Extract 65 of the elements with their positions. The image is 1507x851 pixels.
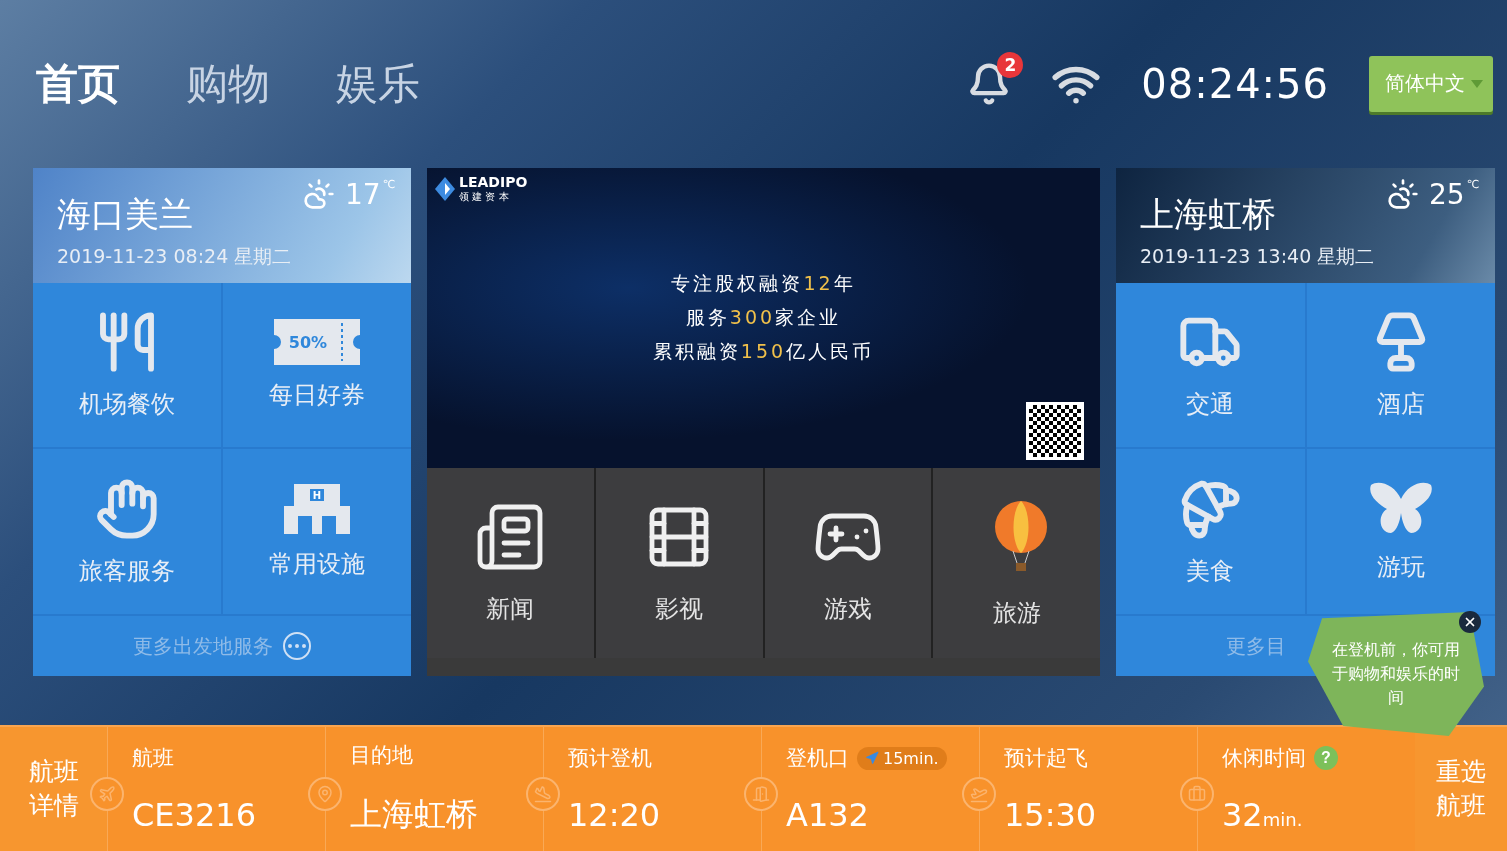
field-label: 预计起飞 (1004, 745, 1088, 773)
coupon-icon: 50% (274, 319, 360, 365)
service-tile[interactable]: 旅客服务 (33, 449, 221, 615)
service-tile[interactable]: H 常用设施 (223, 449, 411, 615)
hands-icon (95, 476, 159, 541)
plane-icon (90, 777, 124, 812)
temperature-unit: ℃ (1466, 177, 1479, 191)
nav-tab[interactable]: 首页 (36, 55, 120, 112)
service-tile[interactable]: 游玩 (1306, 449, 1495, 615)
brand-subtitle: 领 建 资 本 (459, 189, 510, 204)
flight-details-button[interactable]: 航班详情 (0, 727, 107, 851)
temperature-unit: ℃ (382, 177, 395, 191)
field-value: A132 (786, 796, 870, 835)
temperature: 25 (1429, 177, 1465, 211)
field-value: 15:30 (1004, 796, 1098, 835)
media-tile[interactable]: 旅游 (933, 467, 1100, 659)
qr-code (1026, 401, 1084, 460)
door-icon (744, 777, 778, 812)
walk-time-badge: 15min. (857, 746, 947, 770)
language-dropdown[interactable]: 简体中文 (1369, 55, 1493, 112)
service-tile[interactable]: 50% 每日好券 (223, 282, 411, 448)
service-tile[interactable]: 酒店 (1306, 282, 1495, 448)
ad-line: 专注股权融资 12 年 (671, 270, 856, 296)
landing-icon (526, 777, 560, 812)
close-icon (1463, 615, 1477, 629)
field-label: 预计登机 (568, 745, 652, 773)
field-label: 目的地 (350, 742, 413, 770)
city-datetime: 2019-11-23 13:40 星期二 (1140, 243, 1376, 269)
field-value: 上海虹桥 (350, 794, 479, 836)
field-value: CE3216 (132, 796, 257, 835)
reselect-flight-button[interactable]: 重选航班 (1415, 727, 1507, 851)
bag-icon (1180, 777, 1214, 812)
map-pin-icon (308, 777, 342, 812)
brand-name: LEADIPO (459, 173, 528, 190)
service-tile[interactable]: 机场餐饮 (33, 282, 221, 448)
service-tile[interactable]: 交通 (1116, 282, 1305, 448)
media-tile[interactable]: 游戏 (764, 467, 932, 659)
help-button[interactable]: ? (1314, 746, 1338, 771)
field-value: 12:20 (568, 796, 662, 835)
more-icon (283, 632, 311, 661)
city-datetime: 2019-11-23 08:24 星期二 (57, 243, 293, 269)
cloud-sun-icon (303, 177, 335, 210)
field-value: 32 min. (1222, 796, 1304, 835)
service-tile[interactable]: 美食 (1116, 449, 1305, 615)
nav-tab[interactable]: 购物 (186, 55, 270, 112)
temperature: 17 (345, 177, 381, 211)
ad-line: 累积融资 150 亿人民币 (652, 338, 875, 364)
notification-count: 2 (997, 51, 1024, 78)
city-name: 上海虹桥 (1140, 192, 1276, 236)
city-name: 海口美兰 (57, 192, 193, 236)
field-label: 航班 (132, 745, 174, 773)
media-tile[interactable]: 影视 (595, 467, 763, 659)
logo-icon (435, 176, 455, 201)
cloud-sun-icon (1387, 177, 1419, 210)
more-services-link[interactable]: 更多出发地服务 (133, 632, 311, 661)
clock: 08:24:56 (1141, 60, 1329, 107)
takeoff-icon (962, 777, 996, 812)
nav-tab[interactable]: 娱乐 (336, 55, 420, 112)
field-label: 休闲时间 (1222, 745, 1306, 773)
more-services-link[interactable]: 更多目 (1226, 632, 1286, 660)
media-tile[interactable]: 新闻 (427, 467, 594, 659)
ad-line: 服务 300 家企业 (685, 304, 842, 330)
field-label: 登机口 (786, 745, 849, 773)
caret-icon (1471, 79, 1483, 88)
building-icon: H (284, 483, 350, 534)
